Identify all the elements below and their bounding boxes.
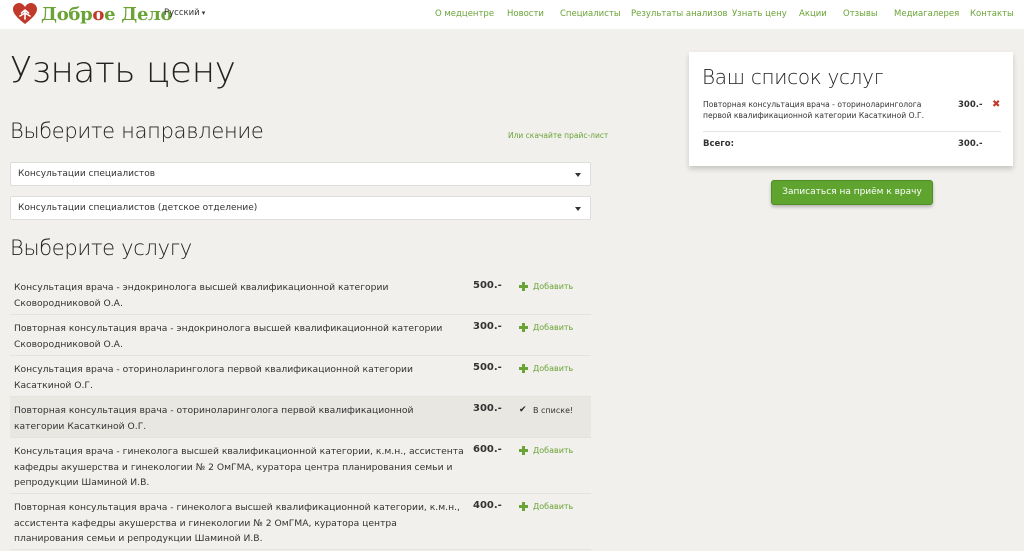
add-service-button[interactable]: Добавить — [519, 446, 573, 455]
table-row: Консультация врача - гинеколога высшей к… — [10, 438, 591, 494]
language-selector[interactable]: Русский ▾ — [164, 8, 205, 18]
direction-select[interactable]: Консультации специалистов — [10, 162, 591, 186]
logo-text: Доброе Дело — [41, 3, 173, 25]
plus-icon — [519, 446, 528, 455]
add-service-button[interactable]: Добавить — [519, 323, 573, 332]
plus-icon — [519, 282, 528, 291]
price-list-link[interactable]: Или скачайте прайс-лист — [508, 131, 608, 140]
add-service-button[interactable]: Добавить — [519, 364, 573, 373]
nav-reviews[interactable]: Отзывы — [843, 9, 878, 19]
top-bar: Доброе Дело Русский ▾ О медцентре Новости… — [0, 0, 1024, 29]
services-heading: Выберите услугу — [10, 236, 192, 260]
subdirection-select[interactable]: Консультации специалистов (детское отдел… — [10, 196, 591, 220]
cart-title: Ваш список услуг — [702, 65, 884, 89]
services-cart: Ваш список услуг Повторная консультация … — [689, 52, 1013, 166]
nav-prices[interactable]: Узнать цену — [732, 9, 787, 19]
nav-contacts[interactable]: Контакты — [970, 9, 1014, 19]
plus-icon — [519, 502, 528, 511]
plus-icon — [519, 323, 528, 332]
caret-down-icon: ▾ — [201, 9, 206, 17]
divider — [703, 131, 1001, 132]
check-icon: ✔ — [519, 405, 527, 415]
service-price: 300.- — [473, 321, 502, 332]
nav-results[interactable]: Результаты анализов — [631, 9, 728, 19]
book-appointment-button[interactable]: Записаться на приём к врачу — [771, 180, 933, 205]
add-service-button[interactable]: Добавить — [519, 282, 573, 291]
service-price: 600.- — [473, 444, 502, 455]
service-name: Повторная консультация врача - эндокрино… — [14, 323, 443, 350]
service-name: Консультация врача - оториноларинголога … — [14, 364, 413, 391]
subdirection-select-value: Консультации специалистов (детское отдел… — [18, 203, 258, 213]
add-service-button[interactable]: Добавить — [519, 502, 573, 511]
cart-total-value: 300.- — [958, 139, 983, 149]
nav-news[interactable]: Новости — [507, 9, 544, 19]
plus-icon — [519, 364, 528, 373]
language-label: Русский — [164, 8, 200, 18]
table-row: Повторная консультация врача - эндокрино… — [10, 315, 591, 356]
service-price: 500.- — [473, 362, 502, 373]
in-list-status: ✔ В списке! — [519, 405, 574, 415]
page-title: Узнать цену — [10, 50, 236, 91]
chevron-down-icon — [575, 207, 581, 211]
remove-icon[interactable]: ✖ — [992, 99, 1000, 110]
service-price: 300.- — [473, 403, 502, 414]
service-price: 500.- — [473, 280, 502, 291]
heart-logo-icon — [13, 3, 37, 24]
cart-item-name: Повторная консультация врача - оторинола… — [703, 100, 925, 120]
nav-media[interactable]: Медиагалерея — [894, 9, 959, 19]
logo[interactable]: Доброе Дело — [12, 2, 173, 26]
table-row: Повторная консультация врача - оторинола… — [10, 397, 591, 438]
table-row: Консультация врача - эндокринолога высше… — [10, 274, 591, 315]
table-row: Повторная консультация врача - гинеколог… — [10, 494, 591, 550]
service-name: Повторная консультация врача - оторинола… — [14, 405, 414, 432]
direction-heading: Выберите направление — [10, 119, 264, 143]
nav-specialists[interactable]: Специалисты — [560, 9, 621, 19]
table-row: Консультация врача - оториноларинголога … — [10, 356, 591, 397]
nav-promotions[interactable]: Акции — [799, 9, 827, 19]
direction-select-value: Консультации специалистов — [18, 169, 156, 179]
service-price: 400.- — [473, 500, 502, 511]
service-name: Консультация врача - эндокринолога высше… — [14, 282, 389, 309]
chevron-down-icon — [575, 173, 581, 177]
cart-total-label: Всего: — [703, 139, 734, 149]
nav-about[interactable]: О медцентре — [435, 9, 494, 19]
service-name: Консультация врача - гинеколога высшей к… — [14, 446, 464, 488]
cart-item-price: 300.- — [958, 100, 983, 110]
service-name: Повторная консультация врача - гинеколог… — [14, 502, 460, 544]
